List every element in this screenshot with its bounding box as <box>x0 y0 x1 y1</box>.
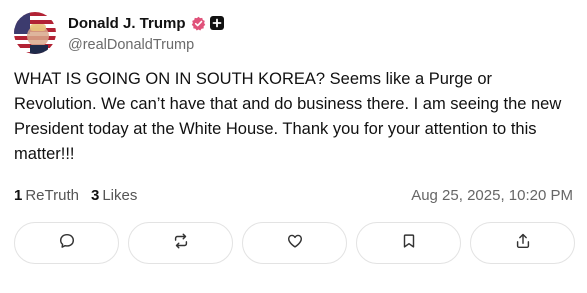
user-handle[interactable]: @realDonaldTrump <box>68 37 194 53</box>
action-bar <box>14 222 575 266</box>
heart-icon <box>286 232 304 255</box>
display-name[interactable]: Donald J. Trump <box>68 15 186 32</box>
retruth-button[interactable] <box>128 222 233 264</box>
post-card: Donald J. Trump @realDonaldTrump WHAT IS… <box>0 0 587 293</box>
likes-count[interactable]: 3 <box>91 187 99 204</box>
plus-square-icon[interactable] <box>209 16 224 30</box>
retruths-label[interactable]: ReTruth <box>25 187 79 204</box>
bookmark-button[interactable] <box>356 222 461 264</box>
engagement-stats: 1 ReTruth 3 Likes <box>14 187 149 204</box>
post-text: WHAT IS GOING ON IN SOUTH KOREA? Seems l… <box>14 70 562 163</box>
share-icon <box>514 232 532 255</box>
post-timestamp[interactable]: Aug 25, 2025, 10:20 PM <box>411 187 573 204</box>
likes-label[interactable]: Likes <box>102 187 137 204</box>
like-button[interactable] <box>242 222 347 264</box>
bookmark-icon <box>400 232 418 255</box>
reply-bubble-icon <box>58 232 76 255</box>
share-button[interactable] <box>470 222 575 264</box>
retruth-arrows-icon <box>172 232 190 255</box>
verified-badge-icon <box>191 16 206 31</box>
name-row: Donald J. Trump <box>68 13 224 33</box>
reply-button[interactable] <box>14 222 119 264</box>
avatar[interactable] <box>14 12 56 54</box>
retruths-count[interactable]: 1 <box>14 187 22 204</box>
